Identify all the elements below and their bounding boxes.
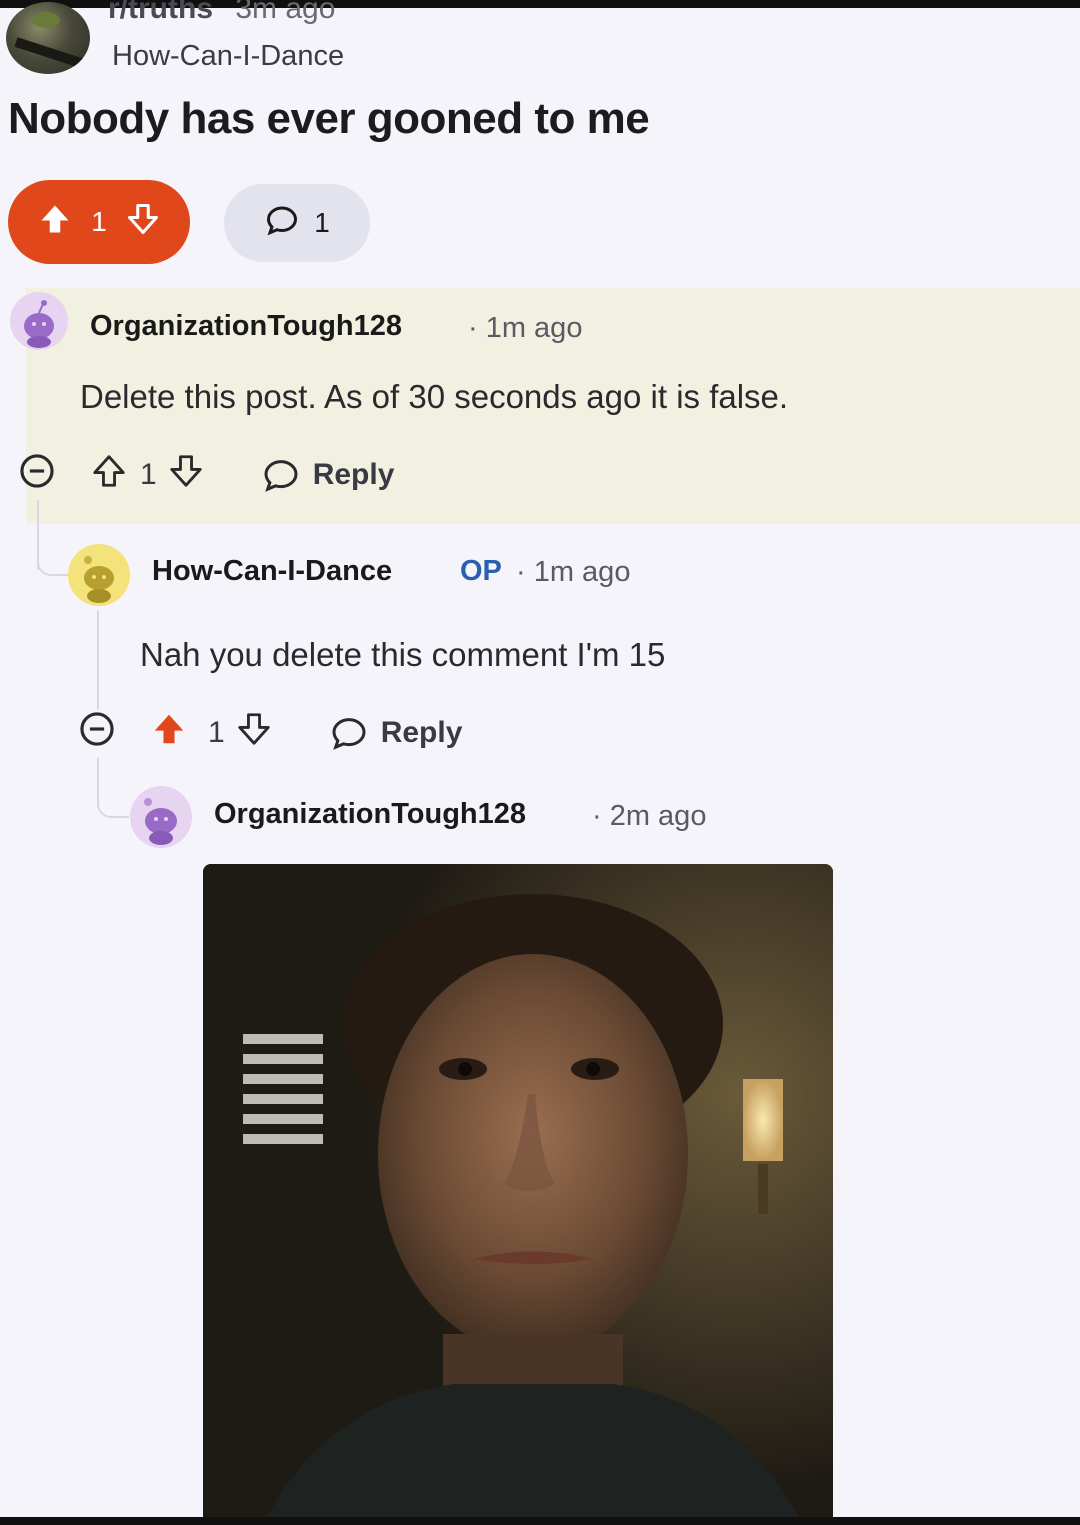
collapse-icon[interactable] xyxy=(18,452,56,498)
snoo-avatar-icon[interactable] xyxy=(10,292,68,350)
comment-body: Delete this post. As of 30 seconds ago i… xyxy=(80,378,789,415)
upvote-icon[interactable] xyxy=(90,452,128,498)
collapse-icon[interactable] xyxy=(78,710,116,756)
comment-username[interactable]: OrganizationTough128 xyxy=(214,798,526,831)
upvote-icon[interactable] xyxy=(150,710,188,756)
post-title: Nobody has ever gooned to me xyxy=(8,94,650,143)
reply-button[interactable]: Reply xyxy=(329,713,463,753)
downvote-icon[interactable] xyxy=(235,710,273,756)
comment-time: · 2m ago xyxy=(592,800,707,832)
upvote-icon[interactable] xyxy=(37,201,73,244)
reply-button[interactable]: Reply xyxy=(261,455,395,495)
post-comment-count: 1 xyxy=(314,207,330,238)
comment-score: 1 xyxy=(140,458,157,491)
downvote-icon[interactable] xyxy=(167,452,205,498)
comment-actions: 1 Reply xyxy=(18,452,394,498)
comment-body: Nah you delete this comment I'm 15 xyxy=(140,636,666,673)
comment-actions: 1 Reply xyxy=(78,710,462,756)
thread-connector xyxy=(37,560,69,576)
snoo-avatar-icon[interactable] xyxy=(68,544,130,606)
post-score: 1 xyxy=(91,206,107,237)
subreddit-avatar[interactable] xyxy=(6,2,90,74)
comment-time: · 1m ago xyxy=(468,312,583,344)
comment-bubble-icon xyxy=(332,718,366,750)
comment-time: · 1m ago xyxy=(516,556,631,588)
reply-label: Reply xyxy=(312,458,395,491)
post-vote-pill: 1 xyxy=(8,180,190,264)
comment-bubble-icon xyxy=(264,460,298,492)
comment-bubble-icon xyxy=(264,202,300,245)
comment-score: 1 xyxy=(208,716,225,749)
comment-username[interactable]: How-Can-I-Dance xyxy=(152,555,392,588)
thread-connector xyxy=(97,800,129,818)
comment-username[interactable]: OrganizationTough128 xyxy=(90,310,402,343)
subreddit-name[interactable]: r/truths xyxy=(108,0,213,25)
bottom-edge xyxy=(0,1517,1080,1525)
reply-label: Reply xyxy=(380,716,463,749)
post-author[interactable]: How-Can-I-Dance xyxy=(112,40,344,73)
post-time: 3m ago xyxy=(235,0,336,25)
thread-line[interactable] xyxy=(97,610,99,710)
subreddit-row: r/truths 3m ago xyxy=(108,0,335,26)
op-badge: OP xyxy=(460,555,502,587)
post-comments-button[interactable]: 1 xyxy=(224,184,370,262)
downvote-icon[interactable] xyxy=(125,201,161,244)
snoo-avatar-icon[interactable] xyxy=(130,786,192,848)
comment-image[interactable] xyxy=(203,864,833,1525)
